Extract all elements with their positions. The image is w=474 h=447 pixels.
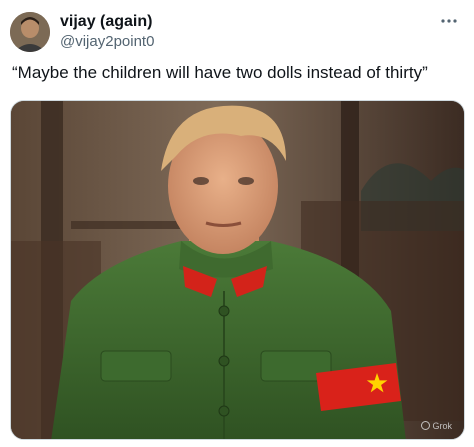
display-name[interactable]: vijay (again) [60,12,154,32]
more-horizontal-icon[interactable] [440,12,458,30]
media-illustration [11,101,464,439]
avatar[interactable] [10,12,50,52]
author-info: vijay (again) @vijay2point0 [60,12,154,52]
post-header: vijay (again) @vijay2point0 [10,10,464,54]
tweet-media-image[interactable]: Grok [10,100,465,440]
grok-watermark: Grok [421,421,452,431]
tweet-text: “Maybe the children will have two dolls … [12,63,428,82]
user-handle[interactable]: @vijay2point0 [60,32,154,52]
grok-watermark-text: Grok [432,421,452,431]
avatar-image [10,12,50,52]
grok-logo-icon [421,421,431,430]
